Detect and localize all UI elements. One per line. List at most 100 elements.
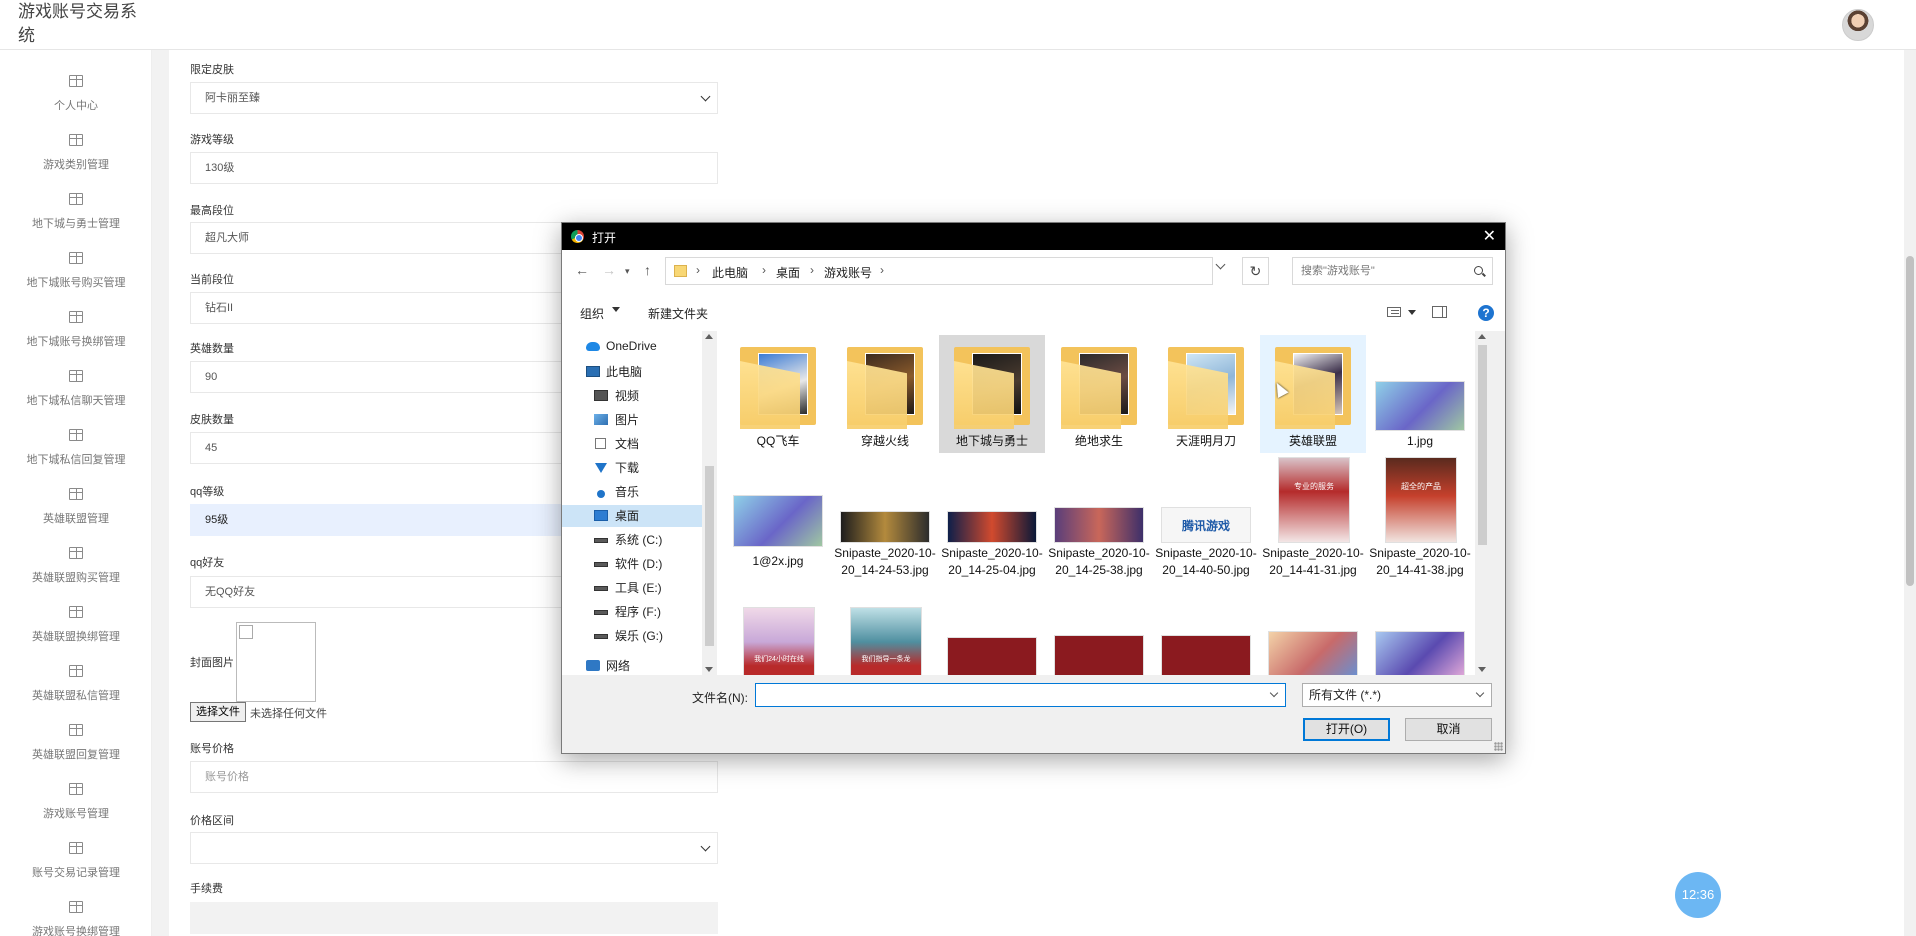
nav-onedrive[interactable]: OneDrive: [562, 335, 702, 357]
image-item[interactable]: 1.jpg: [1367, 335, 1473, 453]
image-thumbnail: 我们指导一条龙: [850, 607, 922, 675]
file-type-select[interactable]: 所有文件 (*.*): [1302, 683, 1492, 707]
scroll-down-icon[interactable]: [705, 667, 713, 672]
nav-drive-e[interactable]: 工具 (E:): [562, 577, 702, 599]
open-button[interactable]: 打开(O): [1303, 718, 1390, 741]
game-level-input[interactable]: 130级: [190, 152, 718, 184]
sidebar-item-trade-records[interactable]: 账号交易记录管理: [0, 842, 151, 896]
nav-pictures[interactable]: 图片: [562, 409, 702, 431]
folder-item[interactable]: 穿越火线: [832, 335, 938, 453]
back-arrow-icon[interactable]: ←: [575, 262, 589, 278]
sidebar-item-dnf-rebind[interactable]: 地下城账号换绑管理: [0, 311, 151, 365]
address-bar[interactable]: › 此电脑 › 桌面 › 游戏账号 ›: [665, 257, 1213, 285]
resize-grip-icon[interactable]: [1494, 742, 1503, 751]
sidebar-item-label: 英雄联盟管理: [43, 513, 109, 525]
folder-icon: [740, 347, 816, 429]
nav-drive-g[interactable]: 娱乐 (G:): [562, 625, 702, 647]
up-arrow-icon[interactable]: ↑: [644, 262, 651, 278]
limited-skin-select[interactable]: 阿卡丽至臻: [190, 82, 718, 114]
organize-button[interactable]: 组织: [580, 305, 604, 322]
nav-network[interactable]: 网络: [562, 655, 702, 675]
image-item[interactable]: 腾讯游戏 Snipaste_2020-10-20_14-40-50.jpg: [1153, 455, 1259, 577]
image-item[interactable]: 1@2x.jpg: [725, 455, 831, 573]
sidebar-item-lol-reply[interactable]: 英雄联盟回复管理: [0, 724, 151, 778]
sidebar-item-dnf[interactable]: 地下城与勇士管理: [0, 193, 151, 247]
nav-label: 视频: [615, 389, 640, 403]
view-options-icon[interactable]: [1387, 307, 1401, 317]
image-item[interactable]: Snipaste_2020-10-20_14-25-04.jpg: [939, 455, 1045, 577]
file-list-scrollbar[interactable]: [1475, 331, 1490, 675]
nav-drive-f[interactable]: 程序 (F:): [562, 601, 702, 623]
file-status-text: 未选择任何文件: [250, 708, 327, 720]
search-input[interactable]: 搜索"游戏账号": [1292, 257, 1493, 285]
folder-icon: [847, 347, 923, 429]
nav-drive-d[interactable]: 软件 (D:): [562, 553, 702, 575]
close-icon[interactable]: ✕: [1483, 226, 1496, 246]
image-item[interactable]: 专业的服务 Snipaste_2020-10-20_14-41-31.jpg: [1260, 455, 1366, 577]
nav-downloads[interactable]: 下载: [562, 457, 702, 479]
recent-locations-icon[interactable]: ▾: [625, 266, 630, 277]
chevron-down-icon[interactable]: [1269, 688, 1279, 698]
sidebar-item-lol-message[interactable]: 英雄联盟私信管理: [0, 665, 151, 719]
sidebar-item-game-accounts[interactable]: 游戏账号管理: [0, 783, 151, 837]
sidebar-item-dnf-purchase[interactable]: 地下城账号购买管理: [0, 252, 151, 306]
nav-videos[interactable]: 视频: [562, 385, 702, 407]
image-item[interactable]: [939, 607, 1045, 675]
filename-label: 文件名(N):: [692, 691, 748, 705]
image-item[interactable]: 我们24小时在线: [725, 607, 831, 675]
image-item[interactable]: [1367, 607, 1473, 675]
folder-item[interactable]: QQ飞车: [725, 335, 831, 453]
image-item[interactable]: [1046, 607, 1152, 675]
scroll-down-icon[interactable]: [1478, 667, 1486, 672]
sidebar-item-dnf-chat[interactable]: 地下城私信聊天管理: [0, 370, 151, 424]
folder-item-selected[interactable]: 地下城与勇士: [939, 335, 1045, 453]
image-item[interactable]: [1260, 607, 1366, 675]
folder-item[interactable]: 天涯明月刀: [1153, 335, 1259, 453]
page-scrollbar-thumb[interactable]: [1906, 256, 1914, 586]
image-item[interactable]: [1153, 607, 1259, 675]
nav-pane-scrollbar[interactable]: [702, 331, 717, 675]
file-name: Snipaste_2020-10-20_14-41-38.jpg: [1369, 546, 1471, 577]
breadcrumb-game-accounts[interactable]: 游戏账号: [824, 264, 872, 281]
price-input[interactable]: 账号价格: [190, 761, 718, 793]
nav-music[interactable]: 音乐: [562, 481, 702, 503]
help-icon[interactable]: ?: [1478, 305, 1494, 321]
sidebar-item-lol-purchase[interactable]: 英雄联盟购买管理: [0, 547, 151, 601]
refresh-button[interactable]: ↻: [1242, 257, 1269, 285]
sidebar-item-lol[interactable]: 英雄联盟管理: [0, 488, 151, 542]
breadcrumb-this-pc[interactable]: 此电脑: [712, 264, 748, 281]
image-item[interactable]: 我们指导一条龙: [832, 607, 938, 675]
nav-pane-scroll-thumb[interactable]: [705, 466, 714, 646]
sidebar-item-account-rebind[interactable]: 游戏账号换绑管理: [0, 901, 151, 936]
image-item[interactable]: 超全的产品 Snipaste_2020-10-20_14-41-38.jpg: [1367, 455, 1473, 577]
folder-item[interactable]: 绝地求生: [1046, 335, 1152, 453]
new-folder-button[interactable]: 新建文件夹: [648, 305, 708, 322]
image-item[interactable]: Snipaste_2020-10-20_14-24-53.jpg: [832, 455, 938, 577]
image-item[interactable]: Snipaste_2020-10-20_14-25-38.jpg: [1046, 455, 1152, 577]
sidebar-item-profile[interactable]: 个人中心: [0, 75, 151, 129]
avatar[interactable]: [1842, 9, 1874, 41]
file-open-dialog: 打开 ✕ ← → ▾ ↑ › 此电脑 › 桌面 › 游戏账号 › ↻ 搜索"游戏…: [561, 222, 1506, 754]
chevron-down-icon[interactable]: [1408, 310, 1416, 315]
file-list-scroll-thumb[interactable]: [1478, 345, 1487, 545]
nav-documents[interactable]: 文档: [562, 433, 702, 455]
scroll-up-icon[interactable]: [1478, 334, 1486, 339]
price-range-select[interactable]: [190, 832, 718, 864]
forward-arrow-icon[interactable]: →: [602, 262, 616, 278]
image-thumbnail: [1054, 635, 1144, 675]
sidebar-item-lol-rebind[interactable]: 英雄联盟换绑管理: [0, 606, 151, 660]
nav-desktop[interactable]: 桌面: [562, 505, 702, 527]
cancel-button[interactable]: 取消: [1405, 718, 1492, 741]
nav-drive-c[interactable]: 系统 (C:): [562, 529, 702, 551]
preview-pane-icon[interactable]: [1432, 306, 1447, 318]
nav-label: 软件 (D:): [615, 557, 663, 571]
breadcrumb-desktop[interactable]: 桌面: [776, 264, 800, 281]
address-dropdown-icon[interactable]: [1215, 259, 1226, 270]
sidebar-item-dnf-reply[interactable]: 地下城私信回复管理: [0, 429, 151, 483]
nav-this-pc[interactable]: 此电脑: [562, 361, 702, 383]
clock-badge[interactable]: 12:36: [1675, 872, 1721, 918]
filename-input[interactable]: [755, 683, 1286, 707]
scroll-up-icon[interactable]: [705, 334, 713, 339]
sidebar-item-game-categories[interactable]: 游戏类别管理: [0, 134, 151, 188]
choose-file-button[interactable]: 选择文件: [190, 702, 246, 722]
